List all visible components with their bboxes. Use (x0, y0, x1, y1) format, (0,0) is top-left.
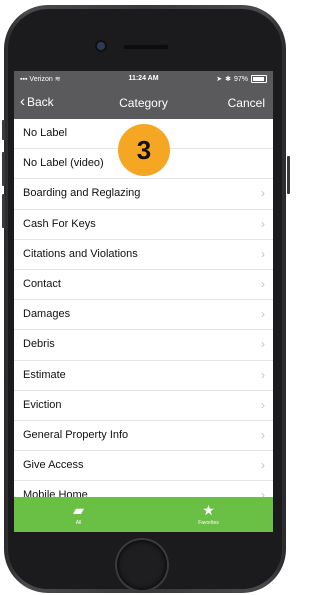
category-item-label: Contact (23, 277, 61, 290)
front-camera (97, 42, 105, 50)
category-list-item[interactable]: Boarding and Reglazing › (14, 179, 273, 210)
chevron-right-icon: › (261, 246, 265, 261)
cards-icon: ▰ (73, 502, 84, 518)
tab-all[interactable]: ▰ All (14, 497, 143, 532)
category-list-item[interactable]: Debris › (14, 330, 273, 361)
tab-favorites[interactable]: ★ Favorites (144, 497, 273, 532)
category-item-label: General Property Info (23, 428, 129, 441)
status-bar: ▪▪▪ Verizon ≋ 11:24 AM ➤ ✱ 97% (14, 71, 273, 87)
home-button[interactable] (117, 540, 167, 590)
category-item-label: Give Access (23, 459, 84, 472)
category-item-label: Mobile Home (23, 489, 88, 497)
bluetooth-icon: ✱ (225, 76, 231, 83)
step-number-badge: 3 (118, 124, 170, 176)
volume-down-button (2, 194, 5, 228)
chevron-right-icon: › (261, 276, 265, 291)
status-right: ➤ ✱ 97% (216, 75, 267, 83)
category-list-item[interactable]: Contact › (14, 270, 273, 301)
chevron-right-icon: › (261, 367, 265, 382)
category-item-label: Debris (23, 338, 55, 351)
category-list-item[interactable]: Damages › (14, 300, 273, 331)
category-item-label: No Label (video) (23, 157, 104, 170)
category-list-item[interactable]: Give Access › (14, 451, 273, 482)
category-item-label: Cash For Keys (23, 217, 96, 230)
chevron-right-icon: › (261, 186, 265, 201)
chevron-right-icon: › (261, 488, 265, 497)
back-button[interactable]: ‹ Back (20, 93, 54, 110)
tab-favorites-label: Favorites (198, 520, 219, 526)
category-list-item[interactable]: Eviction › (14, 391, 273, 421)
mute-switch (2, 120, 5, 140)
category-list-item[interactable]: Mobile Home › (14, 481, 273, 497)
tab-all-label: All (75, 520, 82, 526)
chevron-right-icon: › (261, 307, 265, 322)
category-list-item[interactable]: General Property Info › (14, 421, 273, 452)
earpiece-speaker (124, 45, 168, 49)
chevron-left-icon: ‹ (20, 93, 25, 110)
app-screen: ▪▪▪ Verizon ≋ 11:24 AM ➤ ✱ 97% ‹ Back Ca… (14, 71, 273, 532)
category-list-item[interactable]: Estimate › (14, 361, 273, 391)
category-list-item[interactable]: Cash For Keys › (14, 210, 273, 240)
category-item-label: Estimate (23, 368, 66, 381)
chevron-right-icon: › (261, 458, 265, 473)
chevron-right-icon: › (261, 337, 265, 352)
navigation-bar: ‹ Back Category Cancel (14, 87, 273, 119)
tab-bar: ▰ All ★ Favorites (14, 497, 273, 532)
battery-percent: 97% (233, 75, 248, 83)
chevron-right-icon: › (261, 427, 265, 442)
battery-icon (251, 75, 267, 83)
category-item-label: Damages (23, 308, 71, 321)
category-item-label: Eviction (23, 398, 62, 411)
category-item-label: No Label (23, 127, 68, 139)
cancel-button[interactable]: Cancel (228, 96, 265, 110)
location-icon: ➤ (216, 76, 223, 83)
category-item-label: Citations and Violations (23, 247, 138, 260)
star-icon: ★ (202, 502, 215, 518)
category-list-item[interactable]: Citations and Violations › (14, 240, 273, 270)
power-button (287, 156, 290, 194)
chevron-right-icon: › (261, 216, 265, 231)
category-item-label: Boarding and Reglazing (23, 187, 141, 200)
chevron-right-icon: › (261, 397, 265, 412)
back-label: Back (27, 95, 54, 109)
volume-up-button (2, 152, 5, 186)
